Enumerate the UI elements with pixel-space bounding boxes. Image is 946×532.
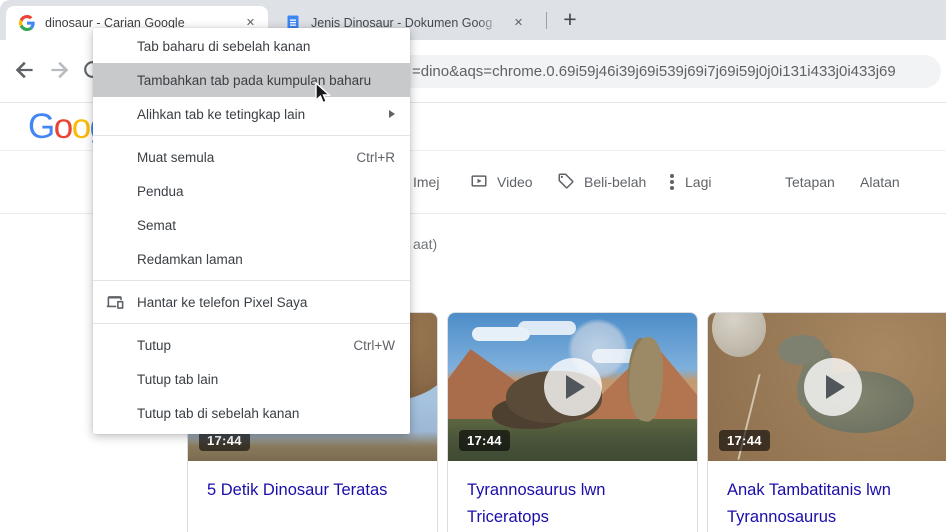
back-icon[interactable] <box>12 57 40 85</box>
menu-item-pin[interactable]: Semat <box>93 208 410 242</box>
devices-icon <box>106 293 125 315</box>
url-text[interactable]: =dino&aqs=chrome.0.69i59j46i39j69i539j69… <box>412 63 896 80</box>
menu-item-close-tabs-right[interactable]: Tutup tab di sebelah kanan <box>93 396 410 430</box>
thumbnail-art <box>712 313 766 357</box>
menu-separator <box>93 280 410 281</box>
submenu-arrow-icon <box>389 110 395 118</box>
browser-window: dinosaur - Carian Google ✕ Jenis Dinosau… <box>0 0 946 532</box>
tools-link-alatan[interactable]: Alatan <box>860 172 900 192</box>
video-card[interactable]: 17:44 Anak Tambatitanis lwn Tyrannosauru… <box>707 312 946 532</box>
video-card[interactable]: 17:44 Tyrannosaurus lwn Triceratops <box>447 312 698 532</box>
more-vertical-icon <box>670 180 674 184</box>
menu-item-mute-site[interactable]: Redamkan laman <box>93 242 410 276</box>
thumbnail-art <box>778 335 824 365</box>
menu-item-duplicate[interactable]: Pendua <box>93 174 410 208</box>
menu-item-reload[interactable]: Muat semula Ctrl+R <box>93 140 410 174</box>
tab-context-menu: Tab baharu di sebelah kanan Tambahkan ta… <box>93 28 410 434</box>
menu-separator <box>93 135 410 136</box>
filter-tab-imej[interactable]: Imej <box>413 172 439 192</box>
settings-link-tetapan[interactable]: Tetapan <box>785 172 835 192</box>
play-button-icon[interactable] <box>544 358 602 416</box>
filter-tab-lagi[interactable]: Lagi <box>668 172 711 192</box>
menu-item-move-tab-to-other-window[interactable]: Alihkan tab ke tetingkap lain <box>93 97 410 131</box>
shortcut-label: Ctrl+R <box>356 150 395 165</box>
video-thumbnail[interactable]: 17:44 <box>708 313 946 461</box>
video-play-icon <box>470 172 488 193</box>
tab-divider <box>546 12 547 29</box>
video-title-link[interactable]: 5 Detik Dinosaur Teratas <box>188 461 437 504</box>
forward-icon[interactable] <box>46 57 74 85</box>
video-title-link[interactable]: Tyrannosaurus lwn Triceratops <box>448 461 697 531</box>
mouse-cursor <box>314 82 336 111</box>
menu-item-send-to-pixel-phone[interactable]: Hantar ke telefon Pixel Saya <box>93 285 410 319</box>
filter-tab-beli-belah[interactable]: Beli-belah <box>557 172 646 192</box>
menu-separator <box>93 323 410 324</box>
menu-item-new-tab-right[interactable]: Tab baharu di sebelah kanan <box>93 29 410 63</box>
result-stats-fragment: aat) <box>413 236 437 252</box>
shopping-tag-icon <box>557 172 575 193</box>
play-button-icon[interactable] <box>804 358 862 416</box>
menu-item-close-other-tabs[interactable]: Tutup tab lain <box>93 362 410 396</box>
menu-item-close[interactable]: Tutup Ctrl+W <box>93 328 410 362</box>
google-g-icon <box>19 15 35 31</box>
video-duration-badge: 17:44 <box>459 430 510 451</box>
filter-tab-video[interactable]: Video <box>470 172 533 192</box>
video-title-link[interactable]: Anak Tambatitanis lwn Tyrannosaurus <box>708 461 946 531</box>
menu-item-add-tab-to-new-group[interactable]: Tambahkan tab pada kumpulan baharu <box>93 63 410 97</box>
thumbnail-art <box>472 327 530 341</box>
video-thumbnail[interactable]: 17:44 <box>448 313 697 461</box>
shortcut-label: Ctrl+W <box>353 338 395 353</box>
new-tab-button[interactable]: + <box>557 7 583 33</box>
close-tab-icon[interactable]: ✕ <box>510 15 527 32</box>
video-duration-badge: 17:44 <box>719 430 770 451</box>
